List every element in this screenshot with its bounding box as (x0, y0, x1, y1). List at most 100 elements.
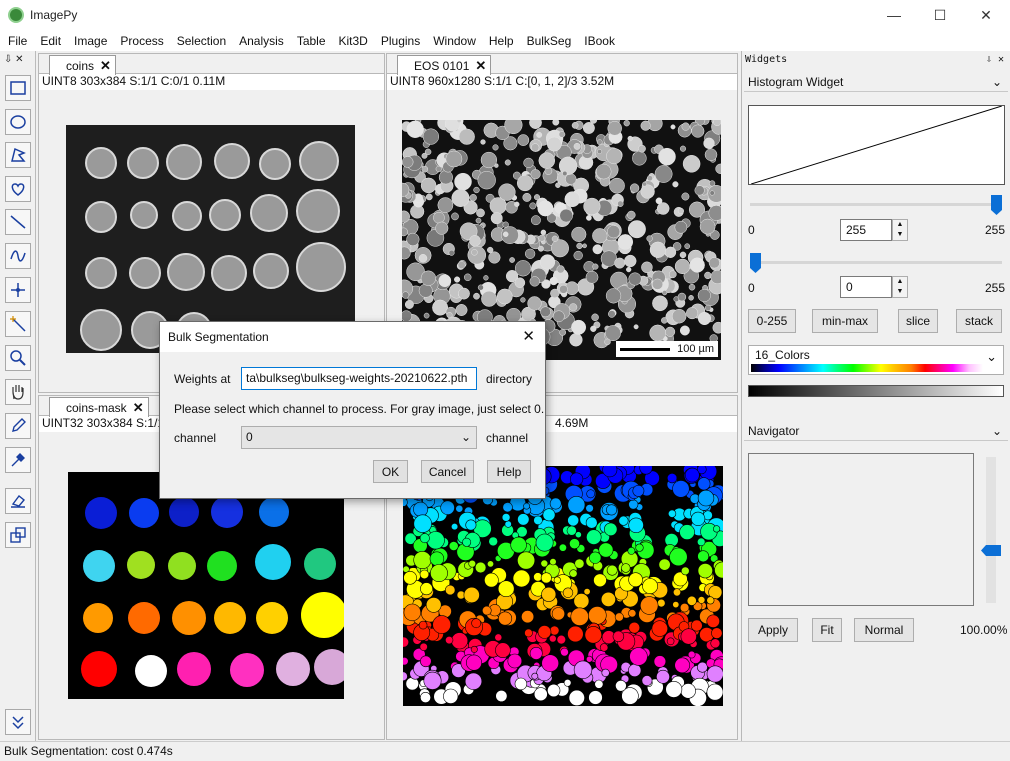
close-window-button[interactable]: ✕ (963, 0, 1009, 31)
dialog-title: Bulk Segmentation (168, 330, 269, 344)
cancel-button[interactable]: Cancel (421, 460, 474, 483)
channel-suffix: channel (486, 431, 529, 445)
low-spin-arrows[interactable]: ▲ ▼ (892, 276, 908, 298)
minimize-button[interactable]: — (871, 0, 917, 31)
hand-tool-icon[interactable] (5, 379, 31, 405)
channel-select[interactable]: 0 ⌄ (241, 426, 477, 449)
widgets-header: Widgets ⇩ ✕ (742, 51, 1008, 69)
menu-analysis[interactable]: Analysis (239, 34, 284, 48)
tab-mask-label: coins-mask (66, 400, 127, 415)
fit-button[interactable]: Fit (812, 618, 842, 642)
menu-selection[interactable]: Selection (177, 34, 226, 48)
curve-tool-icon[interactable] (5, 243, 31, 269)
eraser-tool-icon[interactable] (5, 488, 31, 514)
channel-label: channel (174, 431, 217, 445)
tab-coins[interactable]: coins ✕ (49, 55, 116, 75)
min-max-button[interactable]: min-max (812, 309, 878, 333)
polygon-tool-icon[interactable] (5, 142, 31, 168)
close-tab-icon[interactable]: ✕ (100, 57, 111, 75)
histogram-section[interactable]: Histogram Widget ⌄ (744, 72, 1008, 92)
help-button[interactable]: Help (487, 460, 531, 483)
low-slider-track (750, 261, 1002, 264)
high-slider-thumb[interactable] (991, 195, 1002, 215)
toolbar-header[interactable]: ⇩ ✕ (0, 51, 36, 69)
high-min-label: 0 (748, 223, 755, 237)
high-spin-arrows[interactable]: ▲ ▼ (892, 219, 908, 241)
eos-info: UINT8 960x1280 S:1/1 C:[0, 1, 2]/3 3.52M (387, 74, 737, 90)
pencil-tool-icon[interactable] (5, 413, 31, 439)
freehand-tool-icon[interactable] (5, 176, 31, 202)
magic-wand-icon[interactable] (5, 311, 31, 337)
ellipse-tool-icon[interactable] (5, 109, 31, 135)
range-0-255-button[interactable]: 0-255 (748, 309, 796, 333)
navigator-zoom-track (986, 457, 996, 603)
menu-process[interactable]: Process (120, 34, 163, 48)
widgets-pin-close[interactable]: ⇩ ✕ (986, 51, 1004, 69)
rectangle-tool-icon[interactable] (5, 75, 31, 101)
tab-coins-label: coins (66, 58, 95, 73)
close-tab-icon[interactable]: ✕ (475, 57, 486, 75)
chevron-down-icon: ⌄ (460, 430, 471, 444)
menu-ibook[interactable]: IBook (584, 34, 615, 48)
zoom-tool-icon[interactable] (5, 345, 31, 371)
menu-edit[interactable]: Edit (40, 34, 61, 48)
app-logo-icon (8, 7, 24, 23)
coins-image[interactable] (66, 125, 355, 353)
eos-tabstrip: EOS 0101 ✕ (387, 54, 737, 75)
tab-coins-mask[interactable]: coins-mask ✕ (49, 397, 149, 417)
low-value-input[interactable]: 0 (840, 276, 892, 298)
chevron-down-icon[interactable]: ⌄ (992, 421, 1002, 441)
normal-button[interactable]: Normal (854, 618, 914, 642)
segmented-image[interactable] (403, 466, 723, 706)
high-slider-track (750, 203, 1002, 206)
colormap-select[interactable]: 16_Colors ⌄ (748, 345, 1004, 375)
stack-tool-icon[interactable] (5, 522, 31, 548)
stack-button[interactable]: stack (956, 309, 1002, 333)
high-value-input[interactable]: 255 (840, 219, 892, 241)
dialog-close-icon[interactable]: ✕ (522, 322, 535, 352)
widgets-panel: Widgets ⇩ ✕ Histogram Widget ⌄ 0 255 ▲ ▼ … (741, 51, 1009, 741)
tool-bar: ⇩ ✕ (0, 51, 36, 741)
menu-bulkseg[interactable]: BulkSeg (527, 34, 572, 48)
slice-button[interactable]: slice (898, 309, 938, 333)
tab-eos[interactable]: EOS 0101 ✕ (397, 55, 492, 75)
weights-label: Weights at (174, 372, 231, 386)
menu-file[interactable]: File (8, 34, 27, 48)
title-bar: ImagePy — ☐ ✕ (0, 0, 1010, 31)
menu-window[interactable]: Window (433, 34, 476, 48)
histogram-title: Histogram Widget (748, 75, 844, 89)
apply-button[interactable]: Apply (748, 618, 798, 642)
scale-bar: 100 µm (616, 341, 718, 357)
chevron-down-icon[interactable]: ⌄ (992, 72, 1002, 92)
low-max-label: 255 (985, 281, 1006, 295)
menu-image[interactable]: Image (74, 34, 107, 48)
color-picker-icon[interactable] (5, 447, 31, 473)
expand-toolbar-icon[interactable] (5, 709, 31, 735)
chevron-down-icon: ⌄ (986, 349, 997, 364)
ok-button[interactable]: OK (373, 460, 408, 483)
histogram-plot (748, 105, 1005, 185)
menu-help[interactable]: Help (489, 34, 514, 48)
dialog-instruction: Please select which channel to process. … (174, 402, 545, 416)
zoom-percent: 100.00% (960, 623, 1008, 637)
menu-kit3d[interactable]: Kit3D (339, 34, 368, 48)
navigator-zoom-thumb[interactable] (981, 545, 1001, 556)
channel-value: 0 (246, 430, 253, 444)
maximize-button[interactable]: ☐ (917, 0, 963, 31)
menu-table[interactable]: Table (297, 34, 326, 48)
low-slider-thumb[interactable] (750, 253, 761, 273)
close-tab-icon[interactable]: ✕ (133, 399, 144, 417)
navigator-section[interactable]: Navigator ⌄ (744, 421, 1008, 441)
point-tool-icon[interactable] (5, 277, 31, 303)
navigator-view[interactable] (748, 453, 974, 606)
colormap-label: 16_Colors (755, 348, 810, 362)
line-tool-icon[interactable] (5, 209, 31, 235)
low-min-label: 0 (748, 281, 755, 295)
menu-plugins[interactable]: Plugins (381, 34, 420, 48)
weights-path-input[interactable]: ta\bulkseg\bulkseg-weights-20210622.pth (241, 367, 477, 390)
high-max-label: 255 (985, 223, 1006, 237)
mask-image[interactable] (68, 472, 344, 699)
dialog-title-bar: Bulk Segmentation ✕ (160, 322, 545, 352)
bulk-segmentation-dialog: Bulk Segmentation ✕ Weights at ta\bulkse… (159, 321, 546, 499)
window-title: ImagePy (30, 8, 78, 22)
